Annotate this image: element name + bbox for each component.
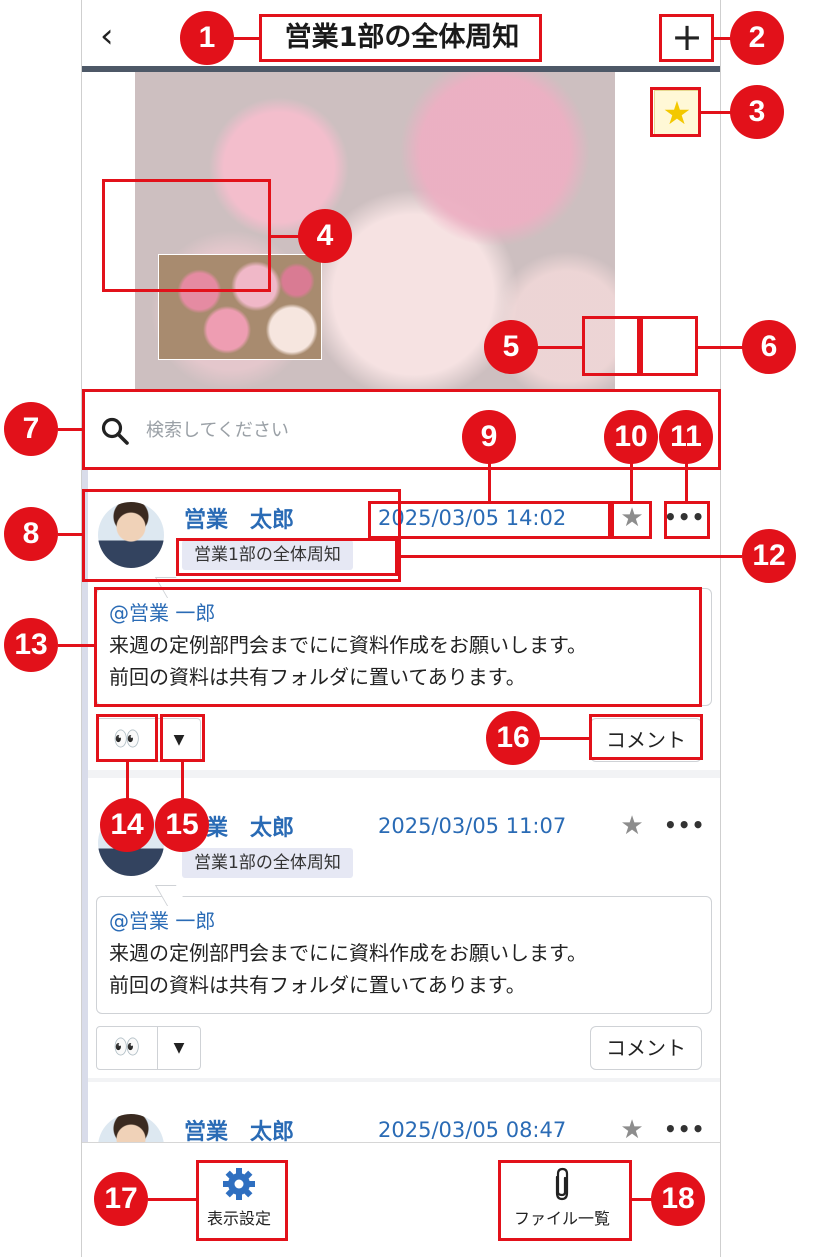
annotation-leader — [697, 346, 743, 349]
channel-icon-image[interactable] — [158, 254, 322, 360]
comment-button[interactable]: コメント — [590, 1026, 702, 1070]
post-timestamp: 2025/03/05 11:07 — [378, 814, 567, 838]
search-icon — [101, 417, 129, 445]
annotation-leader — [234, 37, 260, 40]
reaction-button[interactable]: 👀 — [96, 718, 158, 762]
annotation-badge: 2 — [730, 11, 784, 65]
channel-tag[interactable]: 営業1部の全体周知 — [182, 540, 353, 570]
phone-screen: ‹ 営業1部の全体周知 + ★ 検索してください 営業 太郎 2025/03/0… — [81, 0, 721, 1257]
display-settings-label: 表示設定 — [206, 1209, 271, 1228]
more-icon: ••• — [664, 505, 706, 529]
message-line: 来週の定例部門会までにに資料作成をお願いします。 — [109, 941, 587, 965]
annotation-badge: 7 — [4, 402, 58, 456]
post-star-button[interactable]: ★ — [616, 502, 648, 534]
annotation-badge: 17 — [94, 1172, 148, 1226]
reaction-button[interactable]: 👀 — [96, 1026, 158, 1070]
mention-link[interactable]: @営業 一郎 — [109, 905, 699, 937]
post-menu-button[interactable]: ••• — [664, 810, 704, 842]
author-avatar[interactable] — [98, 502, 164, 568]
author-avatar[interactable] — [98, 1114, 164, 1142]
annotation-badge: 16 — [486, 711, 540, 765]
message-line: 前回の資料は共有フォルダに置いてあります。 — [109, 665, 526, 689]
annotation-leader — [631, 1198, 653, 1201]
star-icon: ★ — [620, 811, 644, 841]
annotation-leader — [630, 460, 633, 502]
add-button[interactable]: + — [660, 14, 714, 62]
post-star-button[interactable]: ★ — [616, 1114, 648, 1142]
channel-tag[interactable]: 営業1部の全体周知 — [182, 848, 353, 878]
favorite-channel-button[interactable]: ★ — [654, 90, 700, 136]
file-list-label: ファイル一覧 — [513, 1209, 610, 1228]
annotation-badge: 14 — [100, 798, 154, 852]
annotation-leader — [536, 346, 582, 349]
cover-image — [135, 72, 615, 390]
annotation-leader — [58, 644, 94, 647]
more-icon: ••• — [664, 813, 706, 837]
annotation-badge: 10 — [604, 410, 658, 464]
star-icon: ★ — [620, 503, 644, 533]
post-message: @営業 一郎 来週の定例部門会までにに資料作成をお願いします。 前回の資料は共有… — [96, 896, 712, 1014]
annotation-leader — [540, 737, 590, 740]
app-header: ‹ 営業1部の全体周知 + — [82, 0, 720, 70]
post-timestamp: 2025/03/05 08:47 — [378, 1118, 567, 1142]
post-message: @営業 一郎 来週の定例部門会までにに資料作成をお願いします。 前回の資料は共有… — [96, 588, 712, 706]
annotation-badge: 18 — [651, 1172, 705, 1226]
annotation-badge: 9 — [462, 410, 516, 464]
back-button[interactable]: ‹ — [100, 18, 130, 54]
author-name[interactable]: 営業 太郎 — [184, 502, 294, 534]
annotation-leader — [685, 460, 688, 502]
chevron-left-icon: ‹ — [100, 16, 114, 56]
annotation-badge: 8 — [4, 507, 58, 561]
annotation-badge: 15 — [155, 798, 209, 852]
annotation-badge: 13 — [4, 618, 58, 672]
post-item: 営業 太郎 2025/03/05 08:47 ★ ••• — [88, 1082, 720, 1142]
annotation-badge: 4 — [298, 209, 352, 263]
plus-icon: + — [671, 15, 703, 59]
annotation-leader — [58, 428, 82, 431]
reaction-dropdown-button[interactable]: ▼ — [157, 718, 201, 762]
annotation-leader — [148, 1198, 196, 1201]
annotation-badge: 5 — [484, 320, 538, 374]
annotation-leader — [126, 761, 129, 801]
caret-down-icon: ▼ — [173, 732, 185, 748]
comment-button[interactable]: コメント — [590, 718, 702, 762]
display-settings-button[interactable]: 表示設定 — [174, 1161, 304, 1241]
annotation-badge: 6 — [742, 320, 796, 374]
annotation-leader — [397, 555, 742, 558]
annotation-leader — [700, 111, 732, 114]
mention-link[interactable]: @営業 一郎 — [109, 597, 699, 629]
post-menu-button[interactable]: ••• — [664, 1114, 704, 1142]
message-line: 来週の定例部門会までにに資料作成をお願いします。 — [109, 633, 587, 657]
caret-down-icon: ▼ — [173, 1040, 185, 1056]
annotation-badge: 12 — [742, 529, 796, 583]
file-list-button[interactable]: ファイル一覧 — [497, 1161, 627, 1241]
more-icon: ••• — [664, 1117, 706, 1141]
post-item: 営業 太郎 2025/03/05 14:02 ★ ••• 営業1部の全体周知 @… — [88, 470, 720, 770]
annotation-badge: 3 — [730, 85, 784, 139]
post-star-button[interactable]: ★ — [616, 810, 648, 842]
annotation-leader — [181, 761, 184, 801]
paperclip-icon — [497, 1161, 627, 1205]
reaction-dropdown-button[interactable]: ▼ — [157, 1026, 201, 1070]
star-icon: ★ — [620, 1115, 644, 1142]
post-menu-button[interactable]: ••• — [664, 502, 704, 534]
page-title: 営業1部の全体周知 — [284, 22, 520, 53]
annotation-badge: 11 — [659, 410, 713, 464]
author-name[interactable]: 営業 太郎 — [184, 1114, 294, 1142]
annotation-leader — [270, 235, 300, 238]
annotation-leader — [488, 460, 491, 502]
annotation-leader — [58, 533, 82, 536]
post-timestamp: 2025/03/05 14:02 — [378, 506, 567, 530]
star-icon: ★ — [662, 94, 692, 132]
annotation-badge: 1 — [180, 11, 234, 65]
message-line: 前回の資料は共有フォルダに置いてあります。 — [109, 973, 526, 997]
